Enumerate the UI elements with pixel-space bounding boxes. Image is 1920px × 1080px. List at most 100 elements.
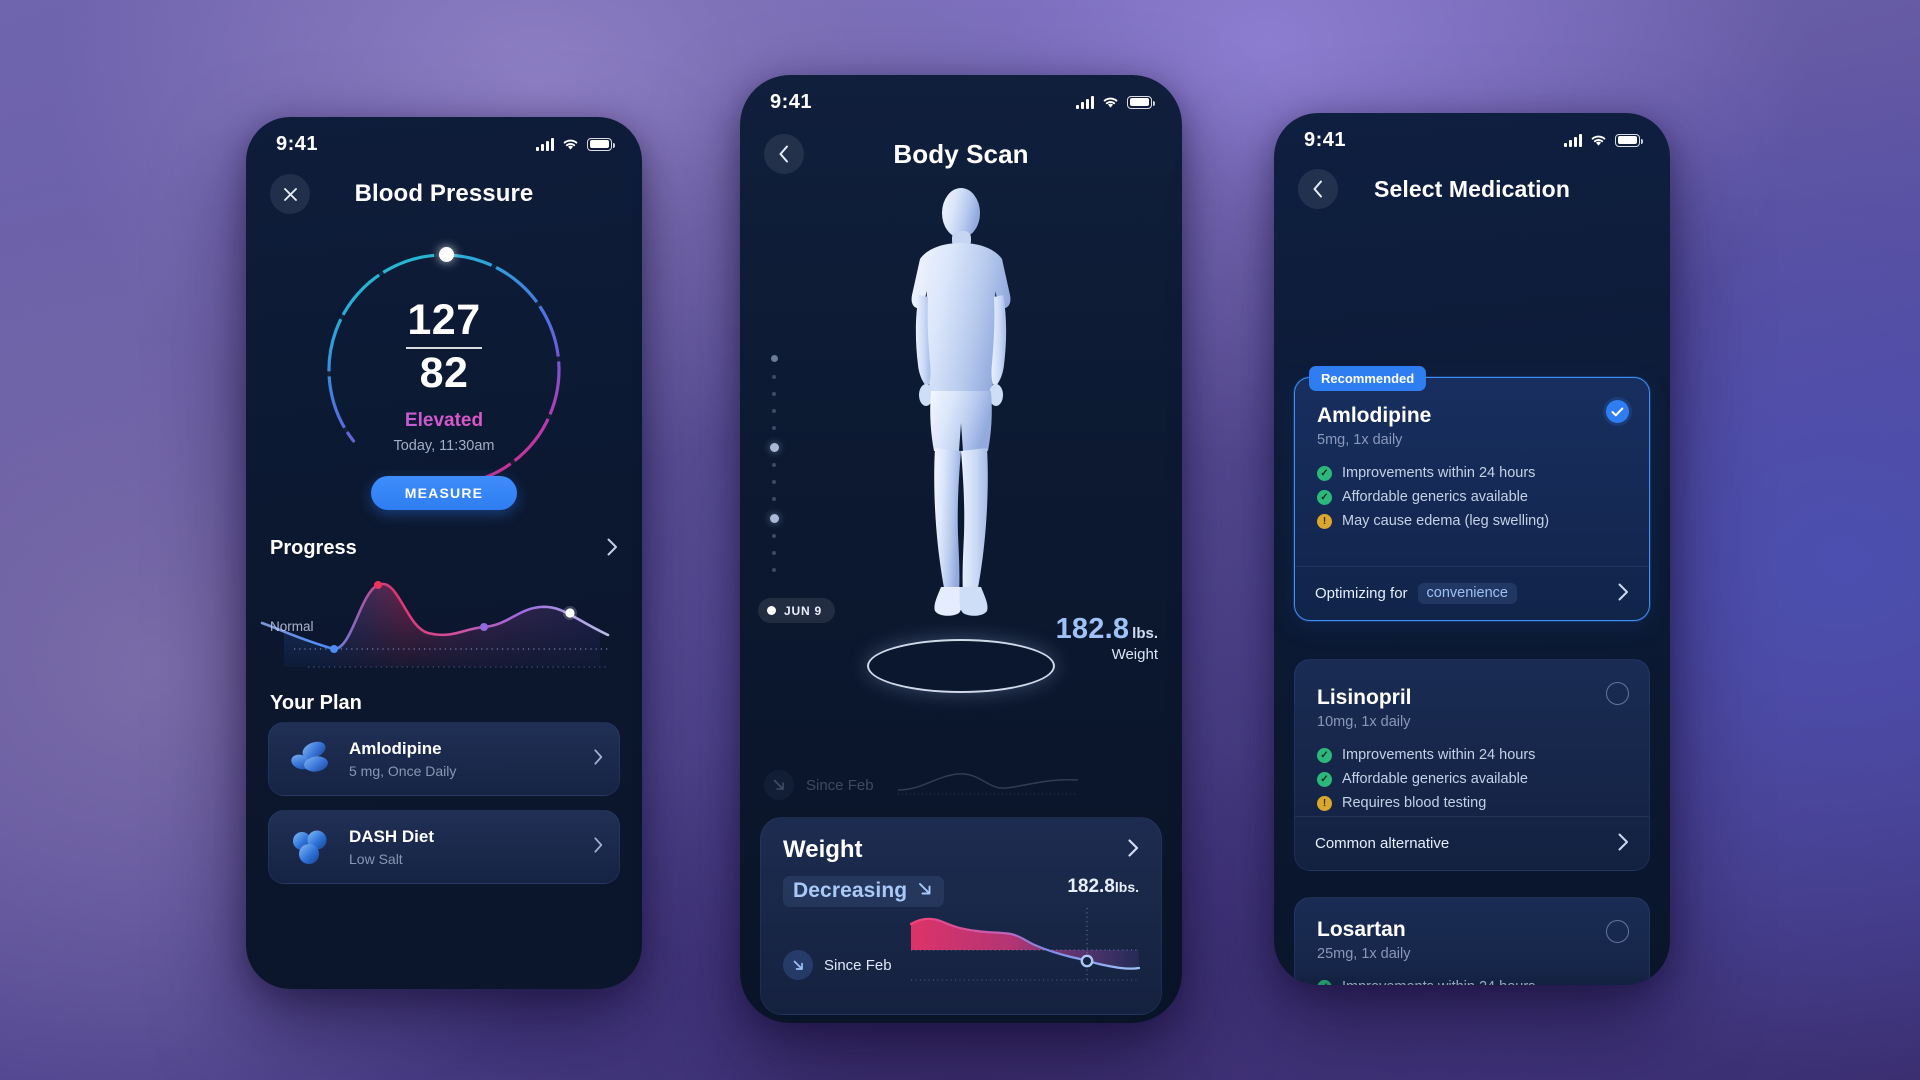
timeline-tick bbox=[772, 534, 776, 538]
check-circle-icon: ✓ bbox=[1317, 771, 1332, 787]
feature-row: ✓ Affordable generics available bbox=[1317, 489, 1627, 505]
timeline-tick bbox=[772, 480, 776, 484]
warning-circle-icon: ! bbox=[1317, 513, 1332, 529]
weight-card[interactable]: Weight Decreasing 182.8lbs. Since Feb bbox=[760, 817, 1162, 1015]
systolic-value: 127 bbox=[407, 296, 481, 344]
bp-readout: 127 82 Elevated Today, 11:30am MEASURE bbox=[246, 296, 642, 510]
status-time: 9:41 bbox=[276, 132, 319, 155]
timeline-tick bbox=[772, 426, 776, 430]
check-circle-icon: ✓ bbox=[1317, 747, 1332, 763]
check-circle-icon: ✓ bbox=[1317, 465, 1332, 481]
card-fade-overlay bbox=[1295, 970, 1649, 985]
phone-body-scan: 9:41 Body Scan JUN 9 182.8 lbs. Weight S… bbox=[740, 75, 1182, 1023]
trend-down-icon bbox=[764, 770, 794, 800]
weight-label: Weight bbox=[1111, 646, 1158, 663]
timeline-tick bbox=[770, 355, 778, 362]
chevron-left-icon bbox=[778, 145, 790, 163]
ghost-since-label: Since Feb bbox=[806, 776, 874, 794]
timeline-tick bbox=[772, 463, 776, 467]
battery-full-icon bbox=[587, 137, 615, 151]
weight-chart bbox=[903, 896, 1145, 992]
feature-text: Improvements within 24 hours bbox=[1342, 747, 1536, 763]
status-badge: Elevated bbox=[246, 410, 642, 432]
chevron-right-icon bbox=[594, 749, 603, 769]
back-button[interactable] bbox=[1298, 169, 1338, 209]
status-time: 9:41 bbox=[770, 90, 813, 113]
timeline-tick bbox=[772, 409, 776, 413]
chevron-right-icon[interactable] bbox=[1618, 833, 1629, 855]
medication-card-losartan[interactable]: Losartan 25mg, 1x daily ✓ Improvements w… bbox=[1294, 897, 1650, 985]
gauge-knob-icon[interactable] bbox=[439, 247, 454, 262]
feature-text: May cause edema (leg swelling) bbox=[1342, 513, 1550, 529]
since-row: Since Feb bbox=[783, 950, 892, 980]
medication-card-amlodipine[interactable]: Recommended Amlodipine 5mg, 1x daily ✓ I… bbox=[1294, 366, 1650, 621]
weight-readout: 182.8 lbs. Weight bbox=[1056, 613, 1158, 663]
active-dot-icon bbox=[767, 606, 776, 615]
timeline-tick bbox=[772, 375, 776, 379]
feature-text: Affordable generics available bbox=[1342, 489, 1528, 505]
weight-card-value: 182.8lbs. bbox=[1067, 876, 1139, 898]
status-bar: 9:41 bbox=[1274, 113, 1670, 167]
scan-timeline-ruler[interactable] bbox=[764, 355, 784, 585]
alternative-label: Common alternative bbox=[1315, 835, 1450, 852]
medication-dose: 25mg, 1x daily bbox=[1317, 946, 1411, 962]
reading-timestamp: Today, 11:30am bbox=[393, 437, 495, 454]
phone-blood-pressure: 9:41 Blood Pressure 127 82 Elevated Toda… bbox=[246, 117, 642, 989]
close-button[interactable] bbox=[270, 174, 310, 214]
medication-card-lisinopril[interactable]: Lisinopril 10mg, 1x daily ✓ Improvements… bbox=[1294, 659, 1650, 871]
nav-bar-blood-pressure: Blood Pressure bbox=[246, 174, 642, 214]
feature-text: Improvements within 24 hours bbox=[1342, 465, 1536, 481]
medication-features: ✓ Improvements within 24 hours ✓ Afforda… bbox=[1317, 465, 1627, 529]
feature-text: Requires blood testing bbox=[1342, 795, 1487, 811]
weight-card-title: Weight bbox=[783, 836, 863, 863]
feature-row: ✓ Improvements within 24 hours bbox=[1317, 465, 1627, 481]
plan-item-text: DASH Diet Low Salt bbox=[341, 827, 594, 866]
trend-label: Decreasing bbox=[793, 879, 908, 902]
feature-text: Affordable generics available bbox=[1342, 771, 1528, 787]
warning-circle-icon: ! bbox=[1317, 795, 1332, 811]
check-circle-icon: ✓ bbox=[1317, 489, 1332, 505]
plan-item-sub: 5 mg, Once Daily bbox=[349, 762, 457, 779]
battery-full-icon bbox=[1615, 133, 1643, 147]
status-icons bbox=[536, 137, 615, 151]
nav-bar-select-medication: Select Medication bbox=[1274, 169, 1670, 209]
diastolic-value: 82 bbox=[419, 348, 469, 397]
weight-value: 182.8 bbox=[1055, 613, 1130, 645]
plan-item-text: Amlodipine 5 mg, Once Daily bbox=[341, 739, 594, 778]
phone-select-medication: 9:41 Select Medication Recommended Amlod… bbox=[1274, 113, 1670, 985]
medication-dose: 5mg, 1x daily bbox=[1317, 432, 1403, 448]
battery-full-icon bbox=[1127, 95, 1155, 109]
cellular-signal-icon bbox=[1076, 95, 1094, 109]
timeline-tick bbox=[772, 568, 776, 572]
chevron-right-icon bbox=[594, 837, 603, 857]
wifi-icon bbox=[562, 138, 579, 151]
plan-item-name: Amlodipine bbox=[349, 739, 442, 759]
cellular-signal-icon bbox=[536, 137, 554, 151]
medication-footer[interactable]: Optimizing for convenience bbox=[1295, 566, 1649, 620]
nav-bar-body-scan: Body Scan bbox=[740, 133, 1182, 175]
status-icons bbox=[1564, 133, 1643, 147]
back-button[interactable] bbox=[764, 134, 804, 174]
close-icon bbox=[283, 187, 298, 202]
measure-button[interactable]: MEASURE bbox=[371, 475, 517, 510]
wifi-icon bbox=[1102, 96, 1119, 109]
timeline-tick-active bbox=[769, 514, 779, 523]
medication-body: Amlodipine 5mg, 1x daily ✓ Improvements … bbox=[1295, 378, 1649, 529]
screenshot-stage: 9:41 Blood Pressure 127 82 Elevated Toda… bbox=[0, 0, 1920, 1080]
plan-item-dash-diet[interactable]: DASH Diet Low Salt bbox=[268, 810, 620, 884]
medication-footer[interactable]: Common alternative bbox=[1295, 816, 1649, 870]
optimizing-tag[interactable]: convenience bbox=[1417, 583, 1517, 604]
your-plan-section-header: Your Plan bbox=[270, 692, 618, 715]
feature-row: ! Requires blood testing bbox=[1317, 795, 1627, 811]
pill-capsule-icon bbox=[285, 737, 335, 781]
feature-row: ✓ Improvements within 24 hours bbox=[1317, 747, 1627, 763]
weight-card-unit: lbs. bbox=[1114, 879, 1139, 895]
status-bar: 9:41 bbox=[740, 75, 1182, 129]
status-time: 9:41 bbox=[1304, 128, 1347, 151]
weight-unit: lbs. bbox=[1132, 625, 1158, 642]
timeline-tick bbox=[772, 497, 776, 501]
optimizing-label: Optimizing for bbox=[1315, 585, 1408, 602]
chevron-right-icon[interactable] bbox=[1618, 583, 1629, 605]
chevron-right-icon[interactable] bbox=[1128, 839, 1139, 861]
plan-item-amlodipine[interactable]: Amlodipine 5 mg, Once Daily bbox=[268, 722, 620, 796]
